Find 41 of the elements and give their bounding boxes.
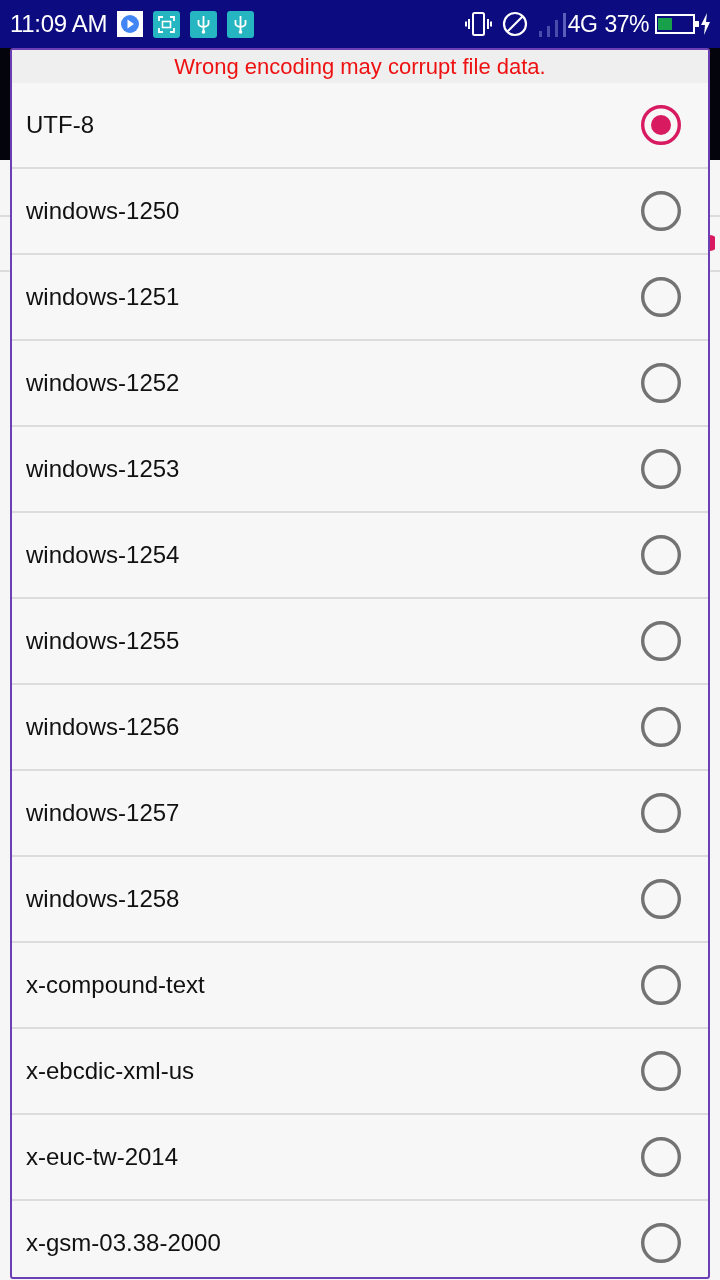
screenshot-icon [153, 10, 181, 38]
usb-icon [227, 10, 255, 38]
play-icon [117, 11, 144, 37]
vibrate-icon [464, 11, 492, 37]
radio-button[interactable] [640, 448, 682, 490]
option-label[interactable]: x-euc-tw-2014 [26, 1145, 179, 1169]
signal-icon [538, 11, 567, 37]
option-label[interactable]: UTF-8 [26, 113, 94, 137]
option-label[interactable]: windows-1252 [26, 371, 180, 395]
radio-button[interactable] [640, 1050, 682, 1092]
time: 11:09 AM [10, 12, 108, 36]
radio-button[interactable] [640, 706, 682, 748]
warning-text: Wrong encoding may corrupt file data. [174, 55, 546, 78]
radio-button[interactable] [640, 1222, 682, 1264]
option-label[interactable]: windows-1256 [26, 715, 180, 739]
option-label[interactable]: windows-1250 [26, 199, 180, 223]
option-label[interactable]: windows-1253 [26, 457, 180, 481]
option-label[interactable]: x-gsm-03.38-2000 [26, 1231, 221, 1255]
do-not-disturb-icon [501, 11, 528, 37]
option-label[interactable]: windows-1255 [26, 629, 180, 653]
radio-button[interactable] [640, 190, 682, 232]
option-label[interactable]: windows-1251 [26, 285, 180, 309]
charging-icon [701, 13, 710, 35]
option-label[interactable]: windows-1257 [26, 801, 180, 825]
option-label[interactable]: x-ebcdic-xml-us [26, 1059, 195, 1083]
battery-percent: 37% [604, 12, 649, 36]
radio-button[interactable] [640, 792, 682, 834]
radio-button[interactable] [640, 878, 682, 920]
radio-button[interactable] [640, 1136, 682, 1178]
radio-button[interactable] [640, 534, 682, 576]
radio-button[interactable] [640, 104, 682, 146]
network-type: 4G [567, 12, 598, 36]
radio-button[interactable] [640, 276, 682, 318]
option-label[interactable]: windows-1254 [26, 543, 180, 567]
option-label[interactable]: windows-1258 [26, 887, 180, 911]
radio-button[interactable] [640, 362, 682, 404]
radio-button[interactable] [640, 620, 682, 662]
radio-button[interactable] [640, 964, 682, 1006]
usb-icon [190, 10, 218, 38]
battery-icon [655, 14, 699, 34]
option-label[interactable]: x-compound-text [26, 973, 205, 997]
